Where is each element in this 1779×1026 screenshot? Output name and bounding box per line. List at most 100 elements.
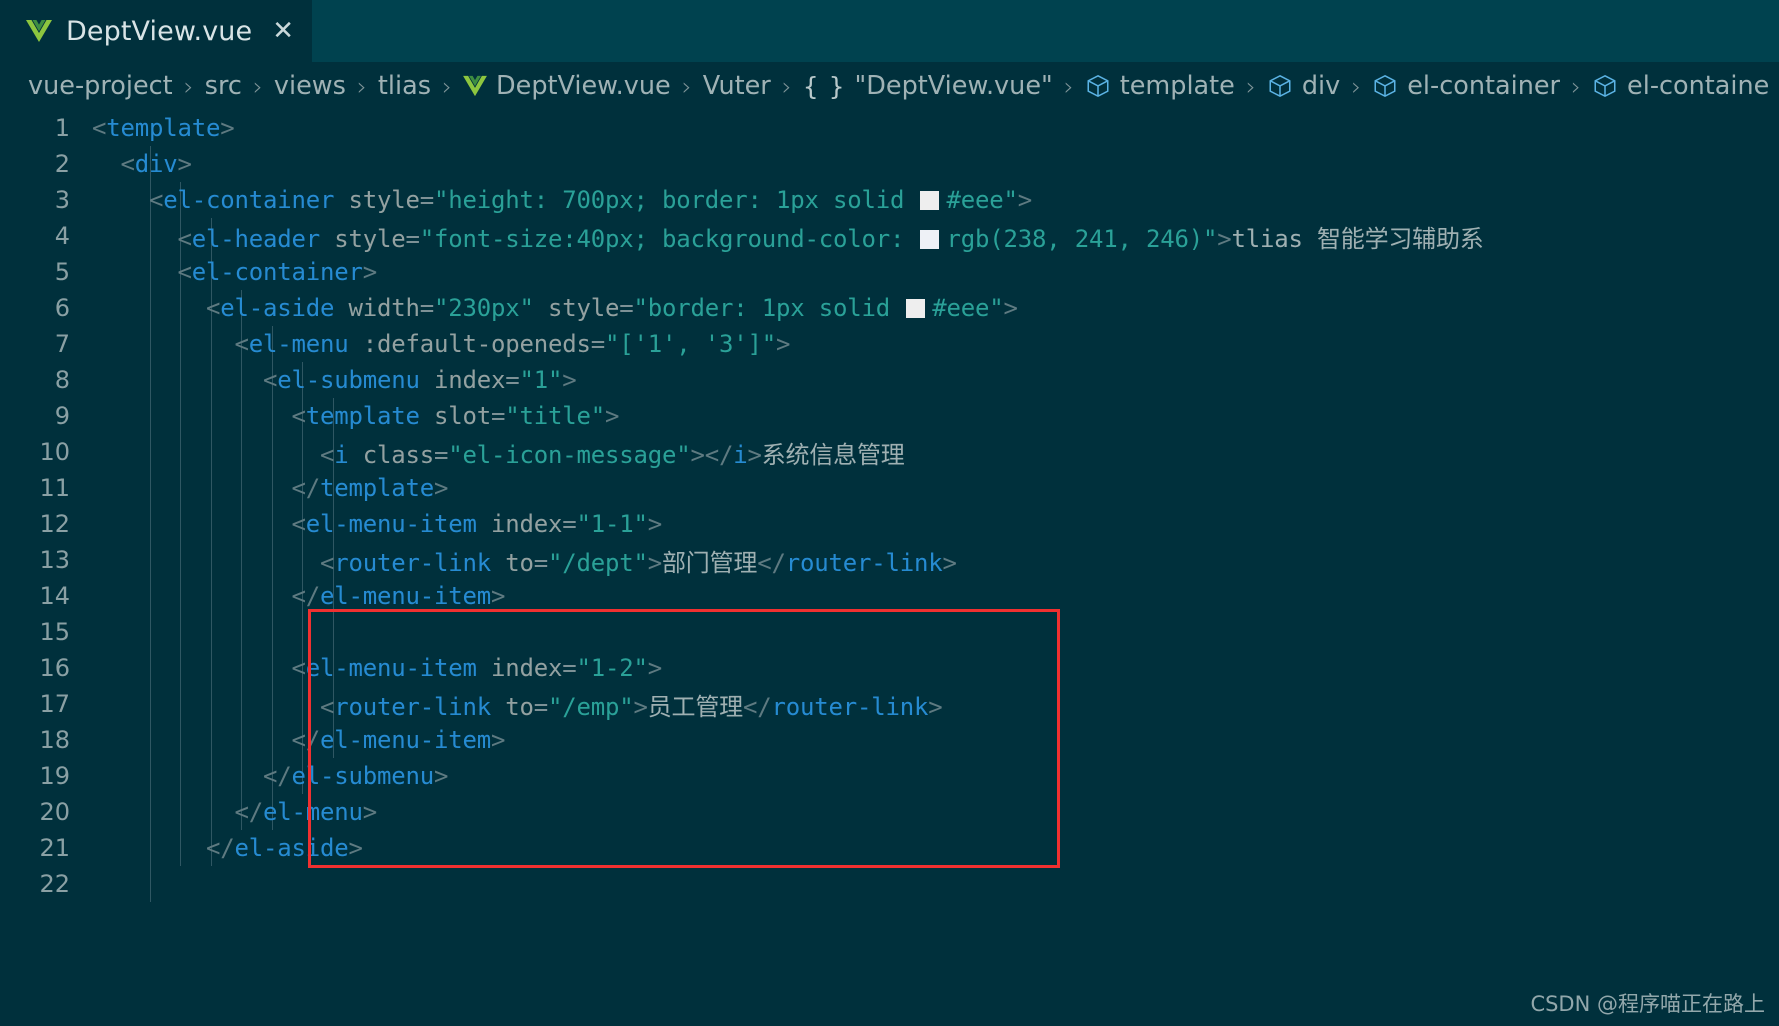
- close-icon[interactable]: ✕: [266, 18, 294, 44]
- code-token: el-aside: [234, 834, 349, 862]
- code-token: <: [92, 114, 107, 142]
- code-token: tlias 智能学习辅助系: [1231, 224, 1484, 253]
- breadcrumb-item-label: DeptView.vue: [496, 71, 671, 101]
- breadcrumb-item-el-containe[interactable]: el-containe: [1592, 71, 1769, 101]
- code-line[interactable]: 19 </el-submenu>: [0, 758, 1779, 794]
- code-line[interactable]: 14 </el-menu-item>: [0, 578, 1779, 614]
- code-token: </: [263, 762, 292, 790]
- code-line[interactable]: 8 <el-submenu index="1">: [0, 362, 1779, 398]
- code-editor[interactable]: 1 <template> 2 <div> 3 <el-container style=…: [0, 110, 1779, 1026]
- code-line[interactable]: 21 </el-aside>: [0, 830, 1779, 866]
- code-token: el-submenu: [277, 366, 420, 394]
- breadcrumb-item-views[interactable]: views: [274, 71, 346, 101]
- code-line[interactable]: 11 </template>: [0, 470, 1779, 506]
- code-line[interactable]: 9 <template slot="title">: [0, 398, 1779, 434]
- code-token: <: [263, 366, 278, 394]
- color-swatch-icon: [906, 299, 926, 318]
- code-token: >: [633, 692, 648, 721]
- breadcrumb-separator: ›: [1351, 71, 1362, 101]
- code-line[interactable]: 1 <template>: [0, 110, 1779, 146]
- breadcrumb-item-label: Vuter: [702, 71, 771, 101]
- breadcrumb-separator: ›: [1245, 71, 1256, 101]
- breadcrumb-item-template[interactable]: template: [1085, 71, 1235, 101]
- code-token: =: [590, 330, 605, 358]
- breadcrumb-item-deptview-vue[interactable]: DeptView.vue: [463, 71, 671, 101]
- code-token: width: [348, 294, 420, 322]
- code-line[interactable]: 5 <el-container>: [0, 254, 1779, 290]
- breadcrumb-item-vuter[interactable]: Vuter: [703, 71, 771, 101]
- code-line[interactable]: 3 <el-container style="height: 700px; bo…: [0, 182, 1779, 218]
- code-token: >: [491, 582, 506, 610]
- code-token: "height: 700px; border: 1px solid: [434, 186, 919, 214]
- code-line[interactable]: 22: [0, 866, 1779, 902]
- code-token: <: [320, 548, 335, 577]
- vue-logo-icon: [26, 19, 52, 43]
- code-token: el-submenu: [291, 762, 435, 790]
- code-token: 部门管理: [662, 548, 758, 577]
- breadcrumb-item-label: tlias: [377, 71, 431, 101]
- breadcrumb-item-vue-project[interactable]: vue-project: [28, 71, 173, 101]
- code-token: >: [220, 114, 235, 142]
- line-number: 14: [39, 582, 70, 610]
- code-line[interactable]: 18 </el-menu-item>: [0, 722, 1779, 758]
- code-token: <: [206, 294, 221, 322]
- breadcrumb-item-label: "DeptView.vue": [854, 71, 1053, 101]
- code-token: #eee: [932, 294, 990, 322]
- code-token: index: [491, 510, 563, 538]
- line-number: 21: [39, 834, 70, 862]
- breadcrumb-item-src[interactable]: src: [205, 71, 242, 101]
- code-token: <: [291, 402, 306, 430]
- code-token: =: [434, 440, 449, 469]
- code-token: =: [405, 224, 420, 253]
- code-line[interactable]: 17 <router-link to="/emp">员工管理</router-l…: [0, 686, 1779, 722]
- code-token: ": [989, 294, 1004, 322]
- tab-deptview-vue[interactable]: DeptView.vue ✕: [0, 0, 313, 62]
- code-token: router-link: [785, 548, 943, 577]
- code-line[interactable]: 13 <router-link to="/dept">部门管理</router-…: [0, 542, 1779, 578]
- code-line[interactable]: 7 <el-menu :default-openeds="['1', '3']"…: [0, 326, 1779, 362]
- line-number: 12: [39, 510, 70, 538]
- code-token: slot: [434, 402, 491, 430]
- breadcrumb-item-tlias[interactable]: tlias: [378, 71, 431, 101]
- breadcrumb-item-deptview-vue[interactable]: { } "DeptView.vue": [803, 71, 1053, 101]
- code-token: =: [419, 294, 434, 322]
- code-line[interactable]: 12 <el-menu-item index="1-1">: [0, 506, 1779, 542]
- code-line[interactable]: 10 <i class="el-icon-message"></i>系统信息管理: [0, 434, 1779, 470]
- code-token: "font-size:40px; background-color:: [419, 224, 919, 253]
- code-line[interactable]: 15: [0, 614, 1779, 650]
- code-line[interactable]: 4 <el-header style="font-size:40px; back…: [0, 218, 1779, 254]
- code-token: =: [562, 654, 577, 682]
- code-token: "1-1": [576, 510, 648, 538]
- code-token: el-menu-item: [305, 654, 477, 682]
- code-line-text: <el-submenu index="1">: [92, 366, 1779, 394]
- breadcrumb: vue-project › src › views › tlias › DeptView.vue…: [0, 62, 1779, 110]
- code-line[interactable]: 2 <div>: [0, 146, 1779, 182]
- code-token: =: [491, 402, 506, 430]
- code-token: >: [928, 692, 943, 721]
- code-token: >: [562, 366, 577, 394]
- code-token: "230px": [434, 294, 534, 322]
- code-token: >: [177, 150, 192, 178]
- code-token: >: [362, 798, 377, 826]
- code-line[interactable]: 6 <el-aside width="230px" style="border:…: [0, 290, 1779, 326]
- breadcrumb-item-label: views: [273, 71, 346, 101]
- vue-logo-icon: [463, 75, 487, 97]
- code-token: "['1', '3']": [605, 330, 776, 358]
- code-token: </: [291, 582, 321, 610]
- code-token: =: [533, 692, 548, 721]
- code-token: template: [305, 402, 420, 430]
- code-token: to: [505, 548, 534, 577]
- breadcrumb-item-div[interactable]: div: [1267, 71, 1340, 101]
- cube-icon: [1592, 73, 1618, 99]
- breadcrumb-item-el-container[interactable]: el-container: [1372, 71, 1560, 101]
- code-line[interactable]: 20 </el-menu>: [0, 794, 1779, 830]
- code-token: </: [291, 474, 321, 502]
- line-number: 2: [54, 150, 70, 178]
- code-line[interactable]: 16 <el-menu-item index="1-2">: [0, 650, 1779, 686]
- code-token: class: [362, 440, 434, 469]
- code-line-text: <template>: [92, 114, 1779, 142]
